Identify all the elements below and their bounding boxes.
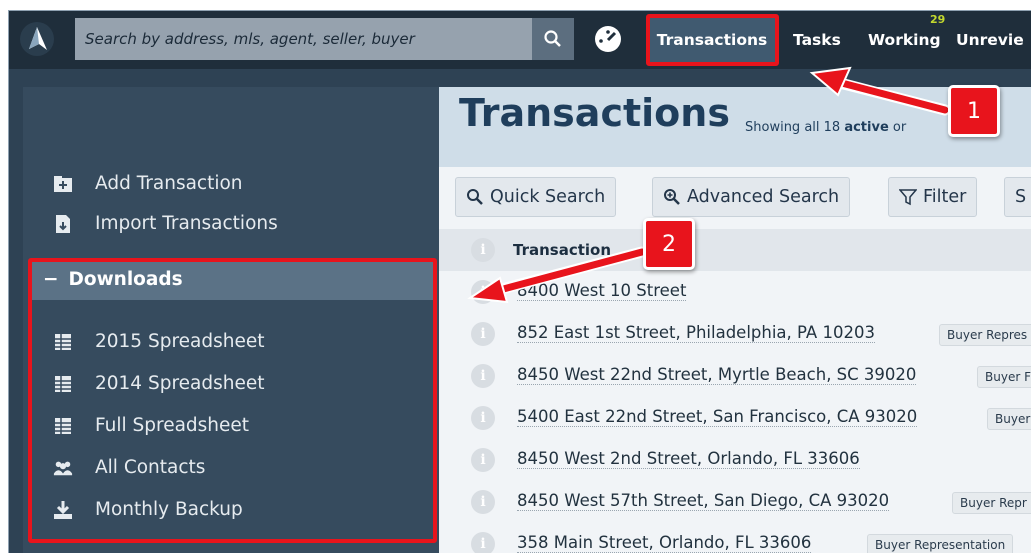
download-label: 2015 Spreadsheet — [95, 331, 265, 352]
downloads-header[interactable]: − Downloads — [31, 258, 434, 300]
more-toolbar-label: S — [1015, 187, 1027, 207]
column-header-transaction[interactable]: Transaction — [513, 241, 611, 259]
spreadsheet-icon — [53, 374, 73, 394]
info-icon[interactable]: i — [471, 364, 495, 388]
search-input[interactable]: Search by address, mls, agent, seller, b… — [75, 18, 532, 60]
zoom-in-icon — [664, 189, 680, 205]
table-row[interactable]: i 8400 West 10 Street — [439, 271, 1031, 313]
download-monthly-backup[interactable]: Monthly Backup — [53, 499, 243, 520]
nav-transactions[interactable]: Transactions — [649, 11, 775, 69]
search-button[interactable] — [532, 18, 574, 60]
more-toolbar-button[interactable]: S — [1004, 177, 1031, 217]
search-icon — [544, 30, 561, 47]
callout-1: 1 — [948, 85, 1000, 137]
dashboard-gauge-icon[interactable] — [593, 24, 623, 54]
subtitle-rest: or — [892, 120, 907, 135]
info-icon: i — [471, 238, 495, 262]
title-bar: Transactions Showing all 18 active or — [439, 87, 1031, 167]
table-row[interactable]: i 5400 East 22nd Street, San Francisco, … — [439, 397, 1031, 439]
download-full-spreadsheet[interactable]: Full Spreadsheet — [53, 415, 249, 436]
info-icon[interactable]: i — [471, 490, 495, 514]
filter-button[interactable]: Filter — [888, 177, 978, 217]
sidebar: Add Transaction Import Transactions − Do… — [23, 87, 442, 553]
logo-icon[interactable] — [20, 22, 54, 56]
transaction-address[interactable]: 8450 West 2nd Street, Orlando, FL 33606 — [517, 449, 860, 469]
app-window: Search by address, mls, agent, seller, b… — [8, 10, 1031, 553]
working-count-badge: 29 — [930, 13, 946, 26]
table-row[interactable]: i 852 East 1st Street, Philadelphia, PA … — [439, 313, 1031, 355]
download-label: All Contacts — [95, 457, 206, 478]
advanced-search-button[interactable]: Advanced Search — [652, 177, 851, 217]
transaction-tag: Buyer F — [977, 366, 1031, 388]
filter-icon — [899, 189, 917, 206]
add-transaction-label: Add Transaction — [95, 173, 243, 194]
transaction-address[interactable]: 852 East 1st Street, Philadelphia, PA 10… — [517, 323, 875, 343]
table-row[interactable]: i 8450 West 2nd Street, Orlando, FL 3360… — [439, 439, 1031, 481]
transaction-address[interactable]: 8450 West 22nd Street, Myrtle Beach, SC … — [517, 365, 917, 385]
page-subtitle: Showing all 18 active or — [745, 120, 906, 135]
download-2014-spreadsheet[interactable]: 2014 Spreadsheet — [53, 373, 265, 394]
spreadsheet-icon — [53, 416, 73, 436]
filter-label: Filter — [923, 187, 967, 207]
page-title: Transactions — [459, 91, 730, 135]
nav-unreviewed[interactable]: Unrevie — [956, 11, 1024, 69]
search-placeholder: Search by address, mls, agent, seller, b… — [85, 30, 415, 48]
import-transactions-label: Import Transactions — [95, 213, 278, 234]
subtitle-bold: active — [844, 120, 889, 135]
advanced-search-label: Advanced Search — [687, 187, 840, 207]
add-folder-icon — [53, 174, 73, 194]
table-row[interactable]: i 358 Main Street, Orlando, FL 33606 Buy… — [439, 523, 1031, 553]
download-all-contacts[interactable]: All Contacts — [53, 457, 205, 478]
download-icon — [53, 500, 73, 520]
info-icon[interactable]: i — [471, 532, 495, 553]
info-icon[interactable]: i — [471, 280, 495, 304]
transaction-tag: Buyer Repres — [939, 324, 1031, 346]
add-transaction-link[interactable]: Add Transaction — [53, 173, 243, 194]
quick-search-label: Quick Search — [490, 187, 606, 207]
transaction-address[interactable]: 358 Main Street, Orlando, FL 33606 — [517, 533, 812, 553]
download-2015-spreadsheet[interactable]: 2015 Spreadsheet — [53, 331, 265, 352]
import-transactions-link[interactable]: Import Transactions — [53, 213, 278, 234]
info-icon[interactable]: i — [471, 448, 495, 472]
spreadsheet-icon — [53, 332, 73, 352]
transaction-address[interactable]: 8450 West 57th Street, San Diego, CA 930… — [517, 491, 890, 511]
table-row[interactable]: i 8450 West 22nd Street, Myrtle Beach, S… — [439, 355, 1031, 397]
import-file-icon — [53, 214, 73, 234]
downloads-header-label: Downloads — [68, 268, 183, 290]
callout-2: 2 — [643, 218, 695, 270]
main-content: Transactions Showing all 18 active or Qu… — [439, 87, 1031, 553]
download-label: Monthly Backup — [95, 499, 243, 520]
nav-tasks[interactable]: Tasks — [793, 11, 841, 69]
contacts-group-icon — [53, 458, 73, 478]
download-label: 2014 Spreadsheet — [95, 373, 265, 394]
info-icon[interactable]: i — [471, 322, 495, 346]
transaction-address[interactable]: 8400 West 10 Street — [517, 281, 687, 301]
quick-search-button[interactable]: Quick Search — [455, 177, 617, 217]
table-row[interactable]: i 8450 West 57th Street, San Diego, CA 9… — [439, 481, 1031, 523]
info-icon[interactable]: i — [471, 406, 495, 430]
table-header: i Transaction — [439, 229, 1031, 271]
collapse-icon: − — [43, 268, 59, 290]
download-label: Full Spreadsheet — [95, 415, 250, 436]
subtitle-prefix: Showing all 18 — [745, 120, 841, 135]
transaction-tag: Buyer — [987, 408, 1031, 430]
transaction-tag: Buyer Repr — [952, 492, 1031, 514]
transaction-tag: Buyer Representation — [867, 534, 1014, 553]
top-bar: Search by address, mls, agent, seller, b… — [9, 11, 1031, 69]
transaction-address[interactable]: 5400 East 22nd Street, San Francisco, CA… — [517, 407, 918, 427]
search-icon — [467, 189, 483, 205]
toolbar: Quick Search Advanced Search Filter S — [439, 167, 1031, 229]
